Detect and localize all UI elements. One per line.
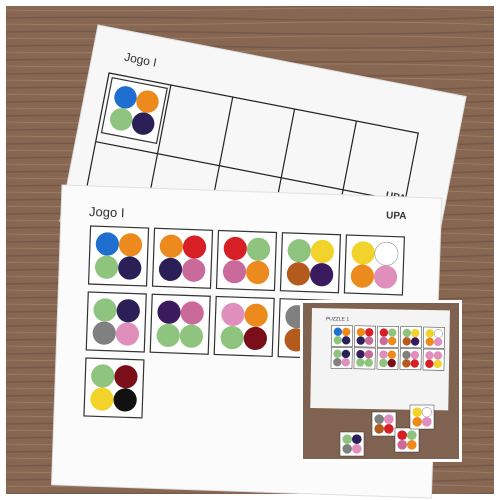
top-sheet-card <box>100 76 168 145</box>
dot-card <box>409 404 435 430</box>
color-dot <box>412 407 423 418</box>
color-dot <box>421 407 432 418</box>
dot-card <box>330 347 353 369</box>
inset-photo: PUZZLE 1 <box>300 300 462 462</box>
dot-card <box>422 348 445 371</box>
color-dot <box>397 440 408 450</box>
dot-card <box>331 325 353 347</box>
dot-card <box>371 411 397 437</box>
dot-card <box>399 348 422 371</box>
dot-card <box>394 427 420 453</box>
dot-card <box>279 232 342 294</box>
dot-card <box>339 431 365 457</box>
color-dot <box>384 424 394 434</box>
dot-card <box>85 291 147 353</box>
color-dot <box>352 444 362 454</box>
dot-card <box>151 227 214 289</box>
dot-card <box>353 347 376 370</box>
dot-card <box>354 325 376 348</box>
color-dot <box>374 414 385 425</box>
dot-card <box>215 229 278 292</box>
dot-card <box>100 76 168 145</box>
color-dot <box>342 434 353 445</box>
bottom-sheet-logo: UPA <box>386 210 407 222</box>
color-dot <box>342 444 353 454</box>
color-dot <box>374 241 399 266</box>
inset-title: PUZZLE 1 <box>326 316 350 322</box>
color-dot <box>397 430 408 441</box>
dot-card <box>213 295 275 358</box>
dot-card <box>376 347 399 370</box>
color-dot <box>407 440 417 450</box>
color-dot <box>412 417 423 427</box>
color-dot <box>422 417 432 427</box>
dot-card <box>377 325 399 348</box>
bottom-sheet-title: Jogo I <box>89 204 125 220</box>
color-dot <box>352 434 362 445</box>
photo: Jogo I UPA Jogo I UPA PUZZLE 1 <box>0 0 500 500</box>
dot-card <box>400 326 422 349</box>
color-dot <box>433 329 443 339</box>
dot-card <box>83 357 145 419</box>
dot-card <box>423 326 445 349</box>
dot-card <box>87 225 150 287</box>
dot-card <box>343 234 406 296</box>
color-dot <box>374 424 385 434</box>
color-dot <box>384 414 394 425</box>
color-dot <box>407 430 417 441</box>
dot-card <box>149 293 211 355</box>
